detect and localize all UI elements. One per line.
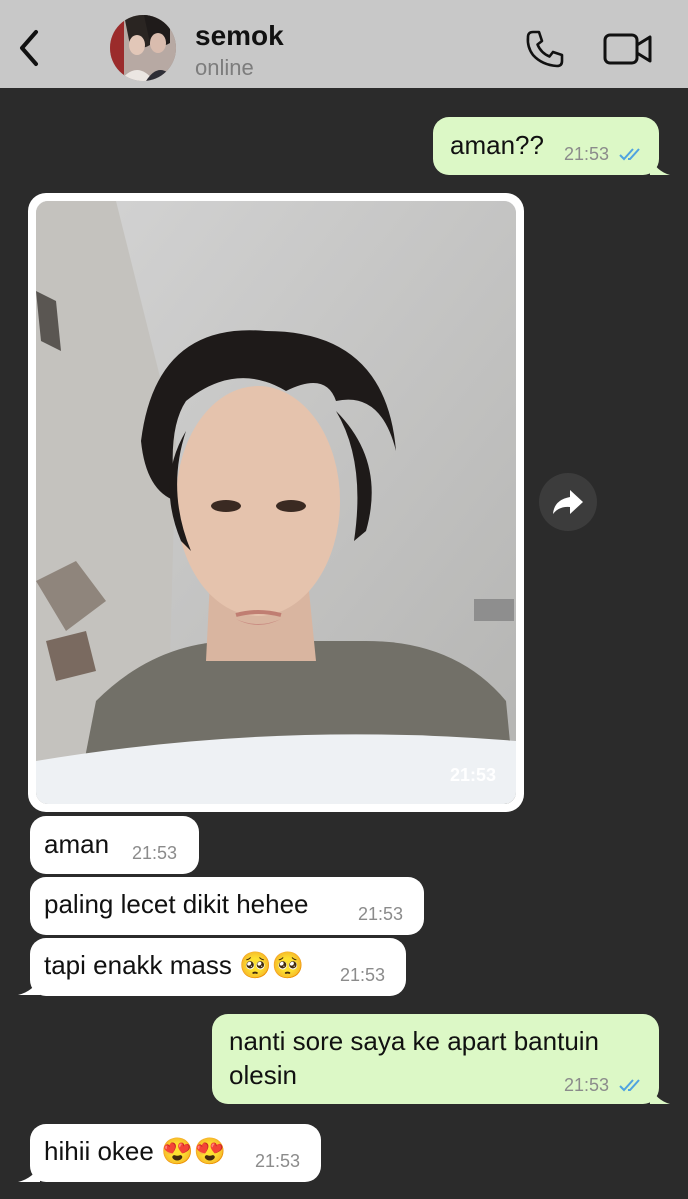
chevron-left-icon <box>20 30 38 66</box>
message-bubble-incoming[interactable]: hihii okee 😍😍 21:53 <box>30 1124 321 1182</box>
bubble-tail <box>18 1164 40 1182</box>
message-time: 21:53 <box>564 1075 610 1095</box>
avatar[interactable] <box>110 15 176 81</box>
voice-call-button[interactable] <box>524 28 566 70</box>
message-text: paling lecet dikit hehee <box>44 889 309 919</box>
message-time: 21:53 <box>340 965 386 985</box>
phone-icon <box>526 30 564 68</box>
message-text-line2: olesin <box>229 1060 297 1090</box>
video-call-button[interactable] <box>603 32 653 66</box>
photo-message[interactable]: 21:53 <box>28 193 524 812</box>
message-time: 21:53 <box>564 144 610 164</box>
message-bubble-incoming[interactable]: paling lecet dikit hehee 21:53 <box>30 877 424 935</box>
message-text: tapi enakk mass 🥺🥺 <box>44 950 304 980</box>
photo-time: 21:53 <box>449 765 496 785</box>
read-ticks-icon <box>619 1079 640 1092</box>
forward-arrow-icon <box>553 490 583 514</box>
bubble-tail <box>650 1086 670 1104</box>
bubble-tail <box>18 977 40 995</box>
read-ticks-icon <box>619 148 640 161</box>
contact-status: online <box>195 55 254 80</box>
video-camera-icon <box>603 33 652 65</box>
back-button[interactable] <box>14 28 44 68</box>
message-text: aman <box>44 829 110 859</box>
message-text-line1: nanti sore saya ke apart bantuin <box>229 1026 600 1056</box>
message-text: hihii okee 😍😍 <box>44 1136 226 1166</box>
message-bubble-incoming[interactable]: tapi enakk mass 🥺🥺 21:53 <box>30 938 406 996</box>
message-bubble-incoming[interactable]: aman 21:53 <box>30 816 199 874</box>
message-time: 21:53 <box>358 904 404 924</box>
message-text: aman?? <box>450 130 544 160</box>
message-time: 21:53 <box>132 843 178 863</box>
forward-button[interactable] <box>539 473 597 531</box>
message-bubble-outgoing[interactable]: nanti sore saya ke apart bantuin olesin … <box>212 1014 659 1104</box>
message-bubble-outgoing[interactable]: aman?? 21:53 <box>433 117 659 175</box>
chat-header: semok online <box>0 0 688 88</box>
message-time: 21:53 <box>255 1151 301 1171</box>
bubble-tail <box>650 157 670 175</box>
contact-name[interactable]: semok <box>195 20 284 52</box>
selfie-photo[interactable]: 21:53 <box>36 201 516 804</box>
